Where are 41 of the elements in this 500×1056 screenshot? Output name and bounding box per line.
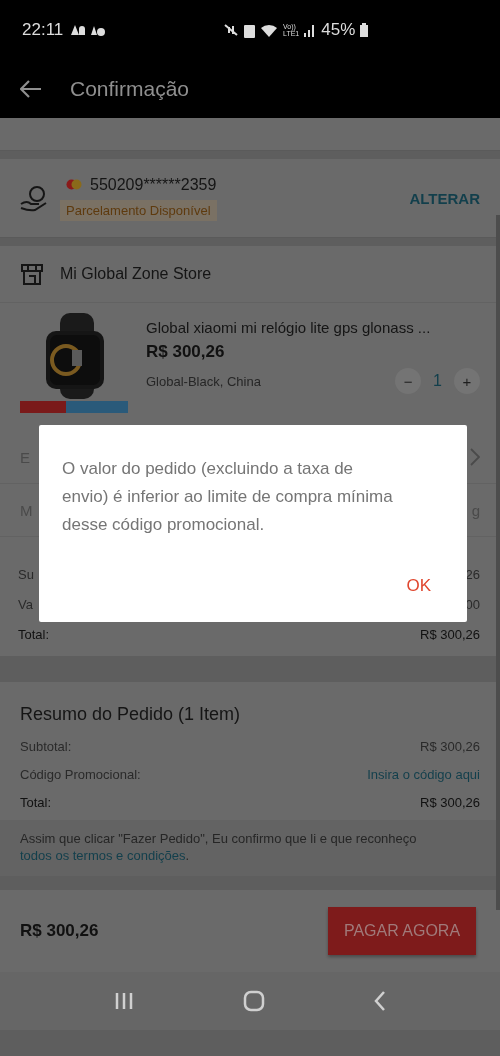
summary-title: Resumo do Pedido (1 Item) bbox=[19, 703, 242, 726]
summary-label: Subtotal: bbox=[20, 739, 72, 754]
summary-label: Su bbox=[18, 567, 34, 582]
card-logo-icon bbox=[66, 179, 82, 190]
ok-button[interactable]: OK bbox=[398, 570, 439, 602]
recent-apps-icon[interactable] bbox=[114, 992, 135, 1010]
summary-value: R$ 300,26 bbox=[420, 627, 480, 642]
hand-coin-icon bbox=[20, 184, 48, 212]
promo-code-link[interactable]: Insira o código aqui bbox=[367, 767, 480, 782]
store-icon bbox=[20, 262, 44, 286]
home-icon[interactable] bbox=[243, 990, 265, 1012]
battery-icon bbox=[360, 23, 369, 37]
pay-now-button[interactable]: PAGAR AGORA bbox=[328, 907, 476, 955]
summary-label: Código Promocional: bbox=[20, 767, 141, 782]
notification-icons bbox=[69, 23, 108, 37]
product-price: R$ 300,26 bbox=[146, 342, 226, 362]
product-title[interactable]: Global xiaomi mi relógio lite gps glonass ... bbox=[146, 319, 480, 336]
checkout-total: R$ 300,26 bbox=[20, 921, 99, 941]
summary-value: R$ 300,26 bbox=[420, 795, 480, 810]
store-name: Mi Global Zone Store bbox=[60, 265, 212, 283]
increase-button[interactable]: + bbox=[454, 368, 480, 394]
card-number: 550209******2359 bbox=[90, 175, 217, 194]
page-title: Confirmação bbox=[70, 77, 190, 101]
back-arrow-icon[interactable] bbox=[20, 80, 42, 98]
summary-label: Total: bbox=[20, 795, 52, 810]
clock: 22:11 bbox=[22, 20, 64, 40]
summary-label: Total: bbox=[18, 627, 50, 642]
signal-icon bbox=[304, 23, 317, 37]
dialog-message: O valor do pedido (excluindo a taxa de envio) é inferior ao limite de compra mínima desse código promocional. bbox=[62, 458, 394, 536]
wifi-icon bbox=[260, 23, 278, 37]
quantity-value: 1 bbox=[433, 372, 442, 390]
summary-value: R$ 300,26 bbox=[420, 739, 480, 754]
back-icon[interactable] bbox=[373, 991, 386, 1011]
installment-badge: Parcelamento Disponível bbox=[60, 199, 217, 221]
mute-icon bbox=[223, 23, 239, 37]
battery-percent: 45% bbox=[321, 20, 356, 40]
summary-label: Va bbox=[18, 597, 33, 612]
product-variant: Global-Black, China bbox=[146, 373, 261, 389]
change-button[interactable]: ALTERAR bbox=[409, 189, 480, 207]
decrease-button[interactable]: − bbox=[395, 368, 422, 394]
summary-value: 26 bbox=[465, 567, 480, 582]
